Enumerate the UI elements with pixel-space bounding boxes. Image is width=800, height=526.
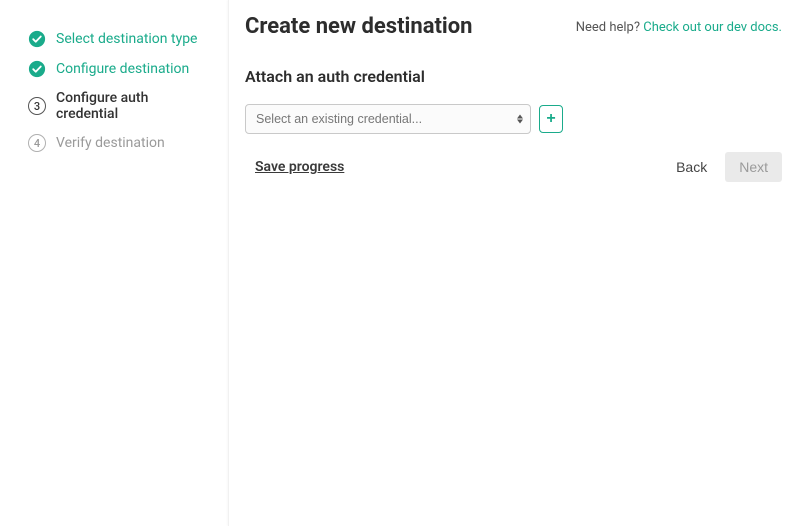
step-label: Configure auth credential: [56, 90, 208, 122]
step-select-destination-type[interactable]: Select destination type: [28, 30, 208, 48]
dev-docs-link[interactable]: Check out our dev docs.: [643, 20, 782, 35]
step-label: Configure destination: [56, 61, 189, 77]
credential-select[interactable]: Select an existing credential...: [245, 104, 531, 134]
main-panel: Create new destination Need help? Check …: [228, 0, 800, 526]
page-title: Create new destination: [245, 14, 473, 39]
credential-select-wrap: Select an existing credential...: [245, 104, 531, 134]
step-configure-auth-credential[interactable]: 3 Configure auth credential: [28, 90, 208, 122]
step-verify-destination[interactable]: 4 Verify destination: [28, 134, 208, 152]
help-prefix: Need help?: [576, 20, 644, 35]
back-button[interactable]: Back: [666, 153, 717, 181]
nav-buttons: Back Next: [666, 152, 782, 182]
add-credential-button[interactable]: +: [539, 105, 563, 133]
header-row: Create new destination Need help? Check …: [245, 14, 782, 39]
step-label: Verify destination: [56, 135, 165, 151]
save-progress-link[interactable]: Save progress: [245, 159, 344, 175]
next-button[interactable]: Next: [725, 152, 782, 182]
help-text: Need help? Check out our dev docs.: [576, 20, 782, 35]
check-icon: [28, 60, 46, 78]
step-number-icon: 3: [28, 97, 46, 115]
step-configure-destination[interactable]: Configure destination: [28, 60, 208, 78]
check-icon: [28, 30, 46, 48]
step-number-icon: 4: [28, 134, 46, 152]
credential-select-row: Select an existing credential... +: [245, 104, 782, 134]
section-title: Attach an auth credential: [245, 67, 782, 86]
step-label: Select destination type: [56, 31, 197, 47]
wizard-sidebar: Select destination type Configure destin…: [0, 0, 228, 526]
footer-row: Save progress Back Next: [245, 152, 782, 182]
